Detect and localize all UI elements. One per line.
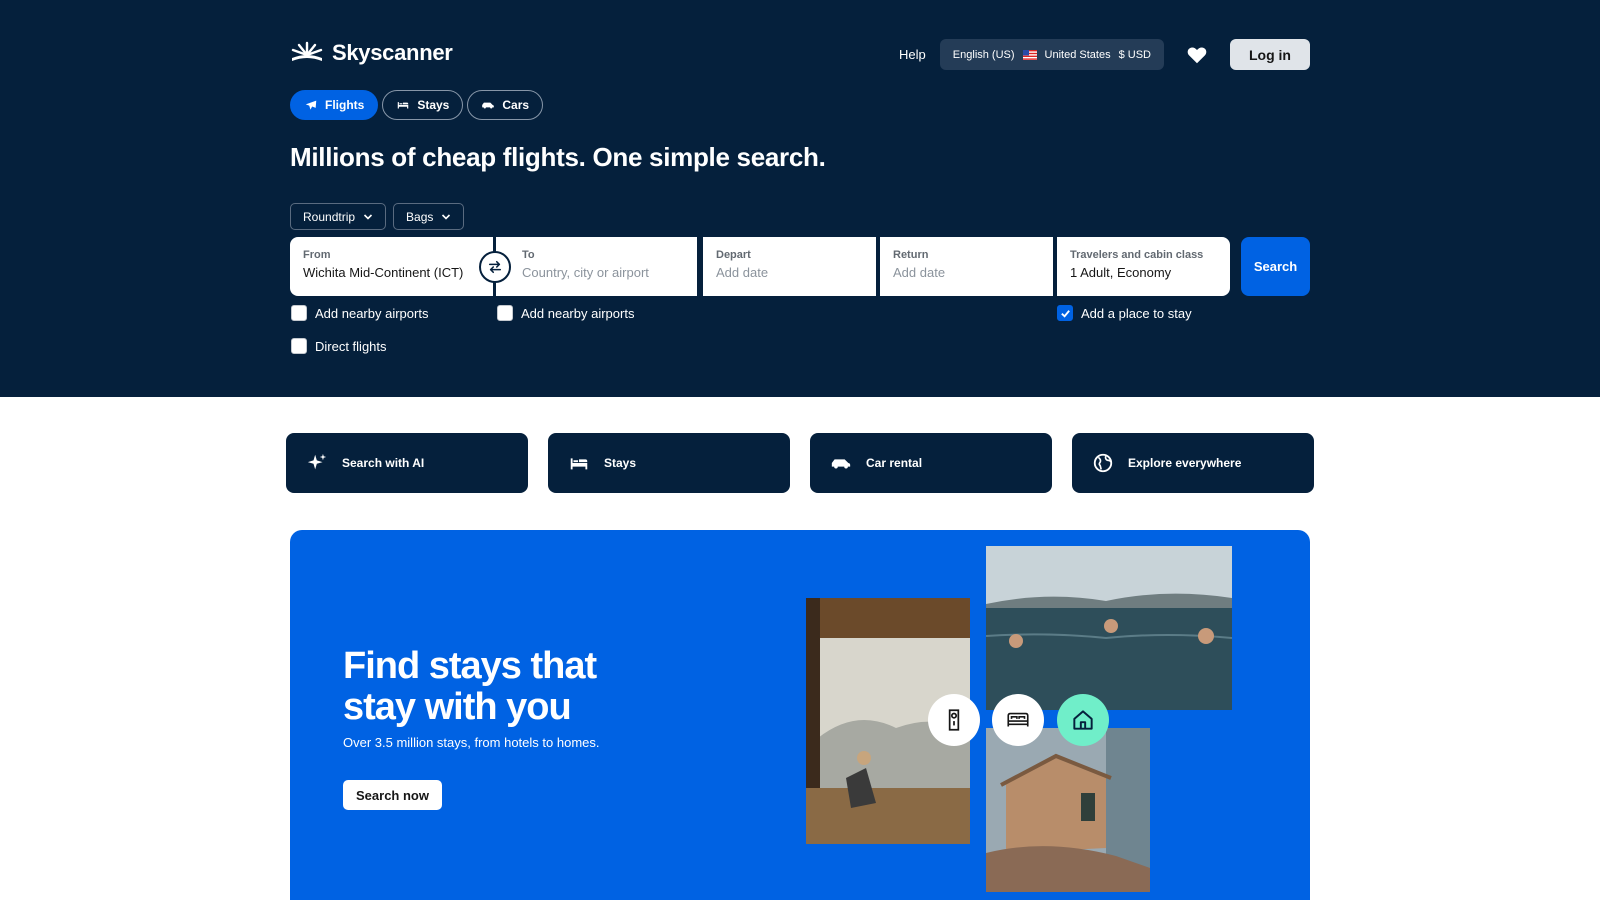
return-placeholder: Add date [893, 265, 946, 280]
globe-icon [1093, 453, 1113, 473]
flight-search-form: From Wichita Mid-Continent (ICT) To Coun… [290, 237, 1310, 296]
car-icon [482, 102, 495, 109]
checkmark-icon [1060, 309, 1070, 318]
skyscanner-sun-logo-icon [291, 41, 323, 61]
login-button[interactable]: Log in [1230, 39, 1310, 70]
tab-cars-label: Cars [502, 98, 530, 112]
depart-field[interactable]: Depart Add date [703, 237, 876, 296]
home-bubble [1057, 694, 1109, 746]
trip-type-label: Roundtrip [303, 209, 356, 224]
travelers-value: 1 Adult, Economy [1070, 265, 1172, 280]
lake-swimmers-image [986, 546, 1232, 710]
from-nearby-label: Add nearby airports [315, 305, 429, 321]
checkbox-box[interactable] [497, 305, 513, 321]
card-label: Search with AI [342, 456, 425, 470]
to-label: To [522, 249, 535, 261]
from-nearby-checkbox[interactable]: Add nearby airports [291, 305, 428, 321]
swap-arrows-icon [488, 260, 502, 274]
card-search-with-ai[interactable]: Search with AI [286, 433, 528, 493]
country-label: United States [1044, 48, 1111, 61]
card-explore-everywhere[interactable]: Explore everywhere [1072, 433, 1314, 493]
brand-name: Skyscanner [332, 40, 453, 65]
hero-section: Skyscanner Help English (US) United Stat… [0, 0, 1600, 397]
travelers-field[interactable]: Travelers and cabin class 1 Adult, Econo… [1057, 237, 1230, 296]
brand-logo[interactable]: Skyscanner [290, 40, 453, 66]
hotel-key-bubble [928, 694, 980, 746]
checkbox-box[interactable] [291, 305, 307, 321]
chevron-down-icon [442, 213, 451, 220]
direct-flights-label: Direct flights [315, 338, 387, 354]
from-value: Wichita Mid-Continent (ICT) [303, 265, 464, 280]
tab-flights[interactable]: Flights [290, 90, 379, 120]
tab-stays[interactable]: Stays [382, 90, 464, 120]
bed-icon [398, 102, 409, 109]
door-hanger-icon [948, 709, 960, 731]
trip-type-select[interactable]: Roundtrip [290, 203, 387, 230]
to-nearby-checkbox[interactable]: Add nearby airports [497, 305, 634, 321]
bed-outline-icon [1007, 712, 1029, 727]
bags-select[interactable]: Bags [393, 203, 465, 230]
seaside-hut-image [986, 728, 1150, 892]
top-nav: Help English (US) United States $ USD Lo… [899, 39, 1310, 70]
us-flag-icon [1022, 49, 1037, 60]
depart-placeholder: Add date [716, 265, 769, 280]
seaside-hut-photo [986, 728, 1150, 892]
plane-icon [305, 100, 317, 110]
currency-label: $ USD [1118, 48, 1151, 61]
product-tabs: Flights Stays Cars [290, 90, 544, 120]
card-car-rental[interactable]: Car rental [810, 433, 1052, 493]
car-icon [831, 459, 851, 469]
page-title: Millions of cheap flights. One simple se… [290, 142, 826, 172]
card-label: Explore everywhere [1128, 456, 1242, 470]
bed-icon [570, 458, 588, 470]
to-field[interactable]: To Country, city or airport [496, 237, 697, 296]
home-icon [1073, 710, 1093, 730]
quick-links: Search with AI Stays Car rental Explore … [286, 433, 1314, 493]
card-label: Stays [604, 456, 637, 470]
travelers-label: Travelers and cabin class [1070, 249, 1204, 261]
trip-options: Roundtrip Bags [290, 203, 465, 230]
bed-bubble [992, 694, 1044, 746]
tab-flights-label: Flights [325, 98, 365, 112]
checkbox-box-checked[interactable] [1057, 305, 1073, 321]
tab-cars[interactable]: Cars [467, 90, 544, 120]
swap-airports-button[interactable] [479, 251, 511, 283]
from-field[interactable]: From Wichita Mid-Continent (ICT) [290, 237, 493, 296]
direct-flights-checkbox[interactable]: Direct flights [291, 338, 387, 354]
heart-icon[interactable] [1186, 44, 1208, 66]
checkbox-box[interactable] [291, 338, 307, 354]
sparkle-icon [307, 453, 327, 470]
banner-title: Find stays that stay with you [343, 645, 597, 728]
to-placeholder: Country, city or airport [522, 265, 649, 280]
to-nearby-label: Add nearby airports [521, 305, 635, 321]
from-label: From [303, 249, 331, 261]
return-label: Return [893, 249, 929, 261]
card-stays[interactable]: Stays [548, 433, 790, 493]
help-link[interactable]: Help [899, 47, 926, 62]
depart-label: Depart [716, 249, 751, 261]
card-label: Car rental [866, 456, 923, 470]
banner-subtitle: Over 3.5 million stays, from hotels to h… [343, 735, 600, 750]
tab-stays-label: Stays [417, 98, 450, 112]
bags-label: Bags [406, 209, 434, 224]
locale-selector[interactable]: English (US) United States $ USD [939, 39, 1164, 70]
chevron-down-icon [363, 213, 373, 220]
search-now-button[interactable]: Search now [343, 780, 442, 810]
place-to-stay-checkbox[interactable]: Add a place to stay [1057, 305, 1192, 321]
lake-swimmers-photo [986, 546, 1232, 710]
language-label: English (US) [952, 48, 1015, 61]
stays-promo-banner: Find stays that stay with you Over 3.5 m… [290, 530, 1310, 900]
return-field[interactable]: Return Add date [880, 237, 1053, 296]
place-to-stay-label: Add a place to stay [1081, 305, 1192, 321]
search-button[interactable]: Search [1241, 237, 1310, 296]
